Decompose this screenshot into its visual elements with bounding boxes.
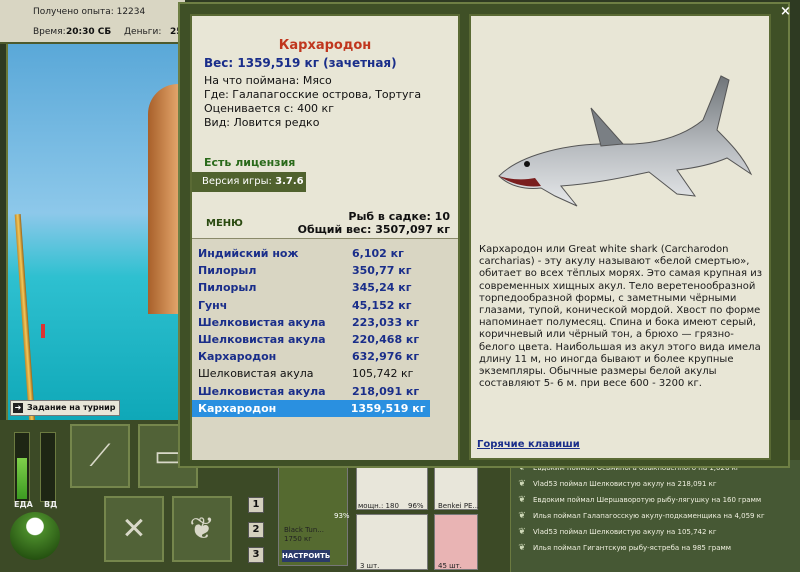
rod-percent: 93%: [334, 512, 350, 520]
feed-item: ❦ Евдоким поймал Шершаворотую рыбу-лягушк…: [511, 492, 800, 508]
catch-row[interactable]: Гунч 45,152 кг: [192, 297, 458, 314]
fish-title: Кархародон: [278, 38, 372, 53]
rod-icon: ⟋: [89, 438, 111, 474]
reel-power: мощн.: 180: [358, 502, 399, 510]
fish-details: На что поймана: Мясо Где: Галапагосские …: [204, 74, 421, 130]
fish-tile[interactable]: ❦: [172, 496, 232, 562]
license-status: Есть лицензия: [204, 156, 296, 169]
catch-row[interactable]: Пилорыл 350,77 кг: [192, 262, 458, 279]
money-label: Деньги:: [124, 27, 162, 37]
caught-on: На что поймана: Мясо: [204, 74, 332, 87]
catch-row[interactable]: Индийский нож 6,102 кг: [192, 245, 458, 262]
scoring-threshold: Оценивается с: 400 кг: [204, 102, 334, 115]
time-value: 20:30 СБ: [66, 27, 112, 37]
fish-icon: ❦: [189, 511, 215, 547]
catch-row[interactable]: Шелковистая акула 218,091 кг: [192, 383, 458, 400]
fishing-scene[interactable]: [6, 44, 186, 420]
feed-item: ❦ Илья поймал Гигантскую рыбу-ястреба на …: [511, 540, 800, 556]
drink-label: ВД: [44, 500, 58, 509]
version-value: 3.7.6: [275, 176, 304, 187]
catch-list: Индийский нож 6,102 кг Пилорыл 350,77 кг П…: [192, 238, 458, 460]
setup-button[interactable]: НАСТРОИТЬ: [282, 550, 330, 562]
hotkeys-link[interactable]: Горячие клавиши: [477, 439, 580, 450]
fish-icon: ❦: [518, 527, 526, 537]
fish-weight: Вес: 1359,519 кг (зачетная): [204, 56, 397, 70]
game-version: Версия игры: 3.7.6: [192, 172, 306, 192]
catch-row-selected[interactable]: Кархародон 1359,519 кг: [192, 399, 430, 417]
catch-location: Где: Галапагосские острова, Тортуга: [204, 88, 422, 101]
rarity: Вид: Ловится редко: [204, 116, 320, 129]
drink-meter: [40, 432, 56, 502]
cage-count: Рыб в садке: 10: [348, 210, 450, 223]
catch-row[interactable]: Шелковистая акула 220,468 кг: [192, 331, 458, 348]
rods-tile[interactable]: ⟋: [70, 424, 130, 488]
menu-button[interactable]: МЕНЮ: [206, 218, 243, 229]
catch-row[interactable]: Пилорыл 345,24 кг: [192, 279, 458, 296]
task-label: Задание на турнир: [27, 403, 116, 412]
fishing-rod: [14, 214, 36, 420]
hooks-count: 3 шт.: [360, 562, 380, 570]
food-meter: [14, 432, 30, 502]
buoy-marker: [41, 324, 45, 338]
bait-count: 45 шт.: [438, 562, 462, 570]
fish-icon: ❦: [518, 479, 526, 489]
cauldron-icon[interactable]: [10, 512, 60, 560]
catch-feed[interactable]: ❦ Евдоким поймал Осьминога обыкновенного …: [510, 460, 800, 572]
catch-row[interactable]: Кархародон 632,976 кг: [192, 348, 458, 365]
fish-icon: ❦: [518, 543, 526, 553]
feed-item: ❦ Vlad53 поймал Шелковистую акулу на 105,…: [511, 524, 800, 540]
food-label: ЕДА: [14, 500, 33, 509]
close-icon[interactable]: ×: [780, 4, 791, 19]
tournament-task-button[interactable]: ➜ Задание на турнир: [10, 400, 120, 416]
rod-name: Black Tun...: [284, 526, 324, 534]
version-label: Версия игры:: [202, 176, 272, 187]
catch-row[interactable]: Шелковистая акула 223,033 кг: [192, 314, 458, 331]
cutlery-icon: ✕: [121, 511, 147, 547]
line-name: Benkei PE...: [438, 502, 480, 510]
rod-length: 1750 кг: [284, 535, 312, 543]
slot-3-button[interactable]: 3: [248, 547, 264, 563]
xp-text: Получено опыта: 12234: [33, 7, 146, 17]
top-hud: Получено опыта: 12234 Время: 20:30 СБ Де…: [0, 0, 185, 44]
fish-icon: ❦: [518, 511, 526, 521]
fish-icon: ❦: [518, 495, 526, 505]
cage-total-weight: Общий вес: 3507,097 кг: [297, 223, 450, 236]
food-tile[interactable]: ✕: [104, 496, 164, 562]
time-label: Время:: [33, 27, 66, 37]
feed-item: ❦ Vlad53 поймал Шелковистую акулу на 218,…: [511, 476, 800, 492]
slot-1-button[interactable]: 1: [248, 497, 264, 513]
arrow-right-icon: ➜: [13, 403, 23, 413]
fish-description: Кархародон или Great white shark (Carcha…: [479, 244, 763, 390]
feed-item: ❦ Илья поймал Галапагосскую акулу-подкаме…: [511, 508, 800, 524]
cage-summary: Рыб в садке: 10 Общий вес: 3507,097 кг: [298, 210, 450, 236]
slot-2-button[interactable]: 2: [248, 522, 264, 538]
fish-description-pane: Кархародон или Great white shark (Carcha…: [469, 14, 771, 460]
shark-image: [498, 75, 753, 207]
catch-info-pane: Кархародон Вес: 1359,519 кг (зачетная) Н…: [190, 14, 460, 460]
reel-percent: 96%: [408, 502, 424, 510]
catch-row[interactable]: Шелковистая акула 105,742 кг: [192, 365, 458, 382]
